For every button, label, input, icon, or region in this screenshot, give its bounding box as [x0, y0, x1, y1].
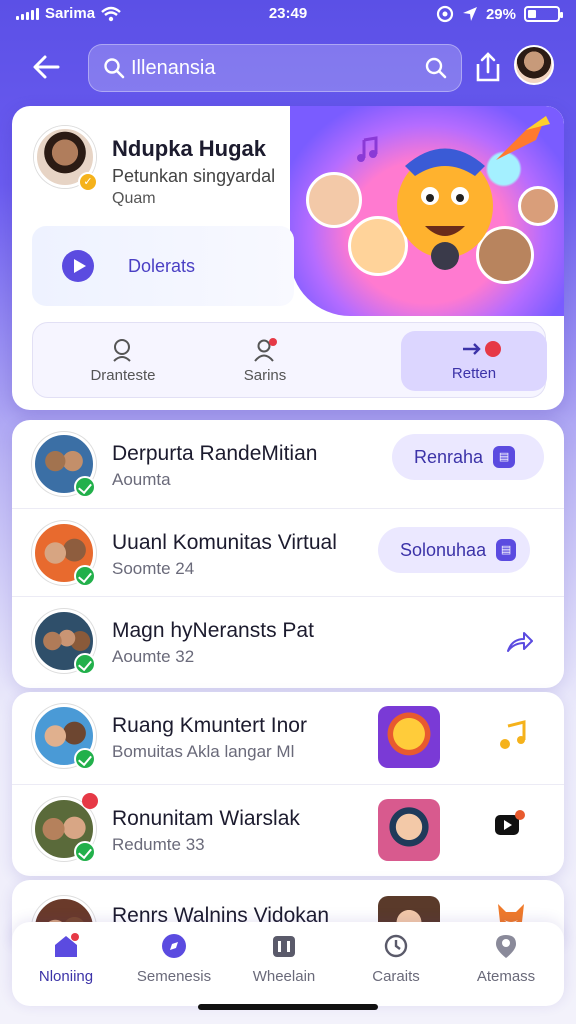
calendar-icon: ▤ — [493, 446, 516, 468]
tab-retten[interactable]: Retten — [401, 331, 547, 391]
status-bar: Sarima 23:49 29% — [0, 0, 576, 30]
join-button[interactable]: Renraha ▤ — [392, 434, 544, 480]
community-meta: Aoumte 32 — [112, 647, 195, 666]
community-title: Ndupka Hugak — [112, 136, 267, 161]
community-thumbnail[interactable] — [378, 799, 440, 861]
tab-label: Retten — [451, 365, 497, 382]
search-value: Illenansia — [131, 56, 216, 79]
alarm-icon — [436, 5, 454, 23]
community-name: Uuanl Komunitas Virtual — [112, 531, 337, 554]
search-person-icon — [113, 339, 131, 362]
home-indicator — [198, 1004, 378, 1010]
verified-badge-icon: ✓ — [78, 172, 98, 192]
search-icon — [104, 58, 125, 79]
search-submit-icon[interactable] — [425, 57, 447, 79]
hero-tab-bar: Dranteste Sarins Retten — [32, 322, 547, 399]
community-subtitle: Petunkan singyardal — [112, 166, 276, 186]
join-label: Solonuhaa — [400, 539, 487, 560]
play-label: Dolerats — [128, 256, 196, 276]
list-item[interactable]: Derpurta RandeMitian Aoumta Renraha ▤ — [12, 420, 564, 512]
play-icon — [62, 250, 94, 282]
profile-avatar[interactable] — [514, 45, 554, 85]
nav-label: Caraits — [372, 968, 420, 985]
user-icon — [254, 338, 277, 362]
tab-dranteste[interactable]: Dranteste — [63, 323, 183, 399]
nav-label: Atemass — [476, 968, 536, 985]
list-item[interactable]: Uuanl Komunitas Virtual Soomte 24 Solonu… — [12, 508, 564, 600]
list-item[interactable]: Ronunitam Wiarslak Redumte 33 — [12, 784, 564, 876]
video-chat-icon[interactable] — [492, 809, 526, 843]
nav-label: Semenesis — [136, 968, 212, 985]
verified-check-icon — [74, 841, 96, 863]
compass-icon — [162, 934, 186, 958]
nav-activity[interactable]: Caraits — [346, 932, 446, 985]
music-note-icon[interactable] — [496, 718, 530, 752]
nav-schedule[interactable]: Wheelain — [234, 932, 334, 985]
tab-label: Sarins — [243, 367, 287, 384]
join-button[interactable]: Solonuhaa ▤ — [378, 527, 530, 573]
battery-icon — [524, 6, 563, 22]
search-input[interactable]: Illenansia — [88, 44, 462, 92]
message-arrows-icon — [463, 343, 481, 355]
nav-home[interactable]: Nloniing — [16, 932, 116, 985]
community-name: Ruang Kmuntert Inor — [112, 714, 307, 737]
community-name: Ronunitam Wiarslak — [112, 807, 300, 830]
location-icon — [462, 7, 477, 21]
clock-icon — [384, 934, 408, 958]
notification-badge — [82, 793, 98, 809]
community-meta: Aoumta — [112, 470, 171, 489]
calendar-grid-icon — [273, 936, 295, 957]
featured-community-card[interactable]: ✓ Ndupka Hugak Petunkan singyardal Quam … — [12, 106, 564, 410]
location-pin-icon — [496, 935, 516, 958]
play-button[interactable]: Dolerats — [32, 226, 294, 306]
community-name: Derpurta RandeMitian — [112, 442, 318, 465]
verified-check-icon — [74, 653, 96, 675]
list-item[interactable]: Ruang Kmuntert Inor Bomuitas Akla langar… — [12, 692, 564, 784]
verified-check-icon — [74, 476, 96, 498]
battery-percent: 29% — [485, 5, 516, 23]
community-meta: Soomte 24 — [112, 559, 195, 578]
community-meta: Bomuitas Akla langar Ml — [112, 742, 295, 761]
tab-sarins[interactable]: Sarins — [205, 323, 325, 399]
notification-badge — [485, 341, 501, 357]
nav-label: Wheelain — [252, 968, 316, 985]
community-meta: Redumte 33 — [112, 835, 205, 854]
top-header: Illenansia — [0, 42, 576, 92]
community-list: Derpurta RandeMitian Aoumta Renraha ▤ Uu… — [12, 420, 564, 688]
nav-communities[interactable]: Semenesis — [124, 932, 224, 985]
community-subtitle-secondary: Quam — [112, 190, 156, 207]
bottom-navigation: Nloniing Semenesis Wheelain Caraits Atem… — [12, 922, 564, 1006]
verified-check-icon — [74, 565, 96, 587]
community-thumbnail[interactable] — [378, 706, 440, 768]
community-name: Magn hyNeransts Pat — [112, 619, 314, 642]
community-list-secondary: Ruang Kmuntert Inor Bomuitas Akla langar… — [12, 692, 564, 876]
calendar-icon: ▤ — [496, 539, 516, 561]
join-label: Renraha — [414, 446, 484, 467]
home-icon — [55, 933, 79, 957]
nav-account[interactable]: Atemass — [456, 932, 556, 985]
back-arrow-icon[interactable] — [28, 50, 64, 84]
list-item[interactable]: Magn hyNeransts Pat Aoumte 32 — [12, 596, 564, 688]
share-icon[interactable] — [472, 50, 504, 84]
share-arrow-icon[interactable] — [502, 625, 536, 659]
verified-check-icon — [74, 748, 96, 770]
hero-illustration — [290, 106, 564, 316]
tab-label: Dranteste — [90, 367, 156, 384]
nav-label: Nloniing — [38, 968, 94, 985]
